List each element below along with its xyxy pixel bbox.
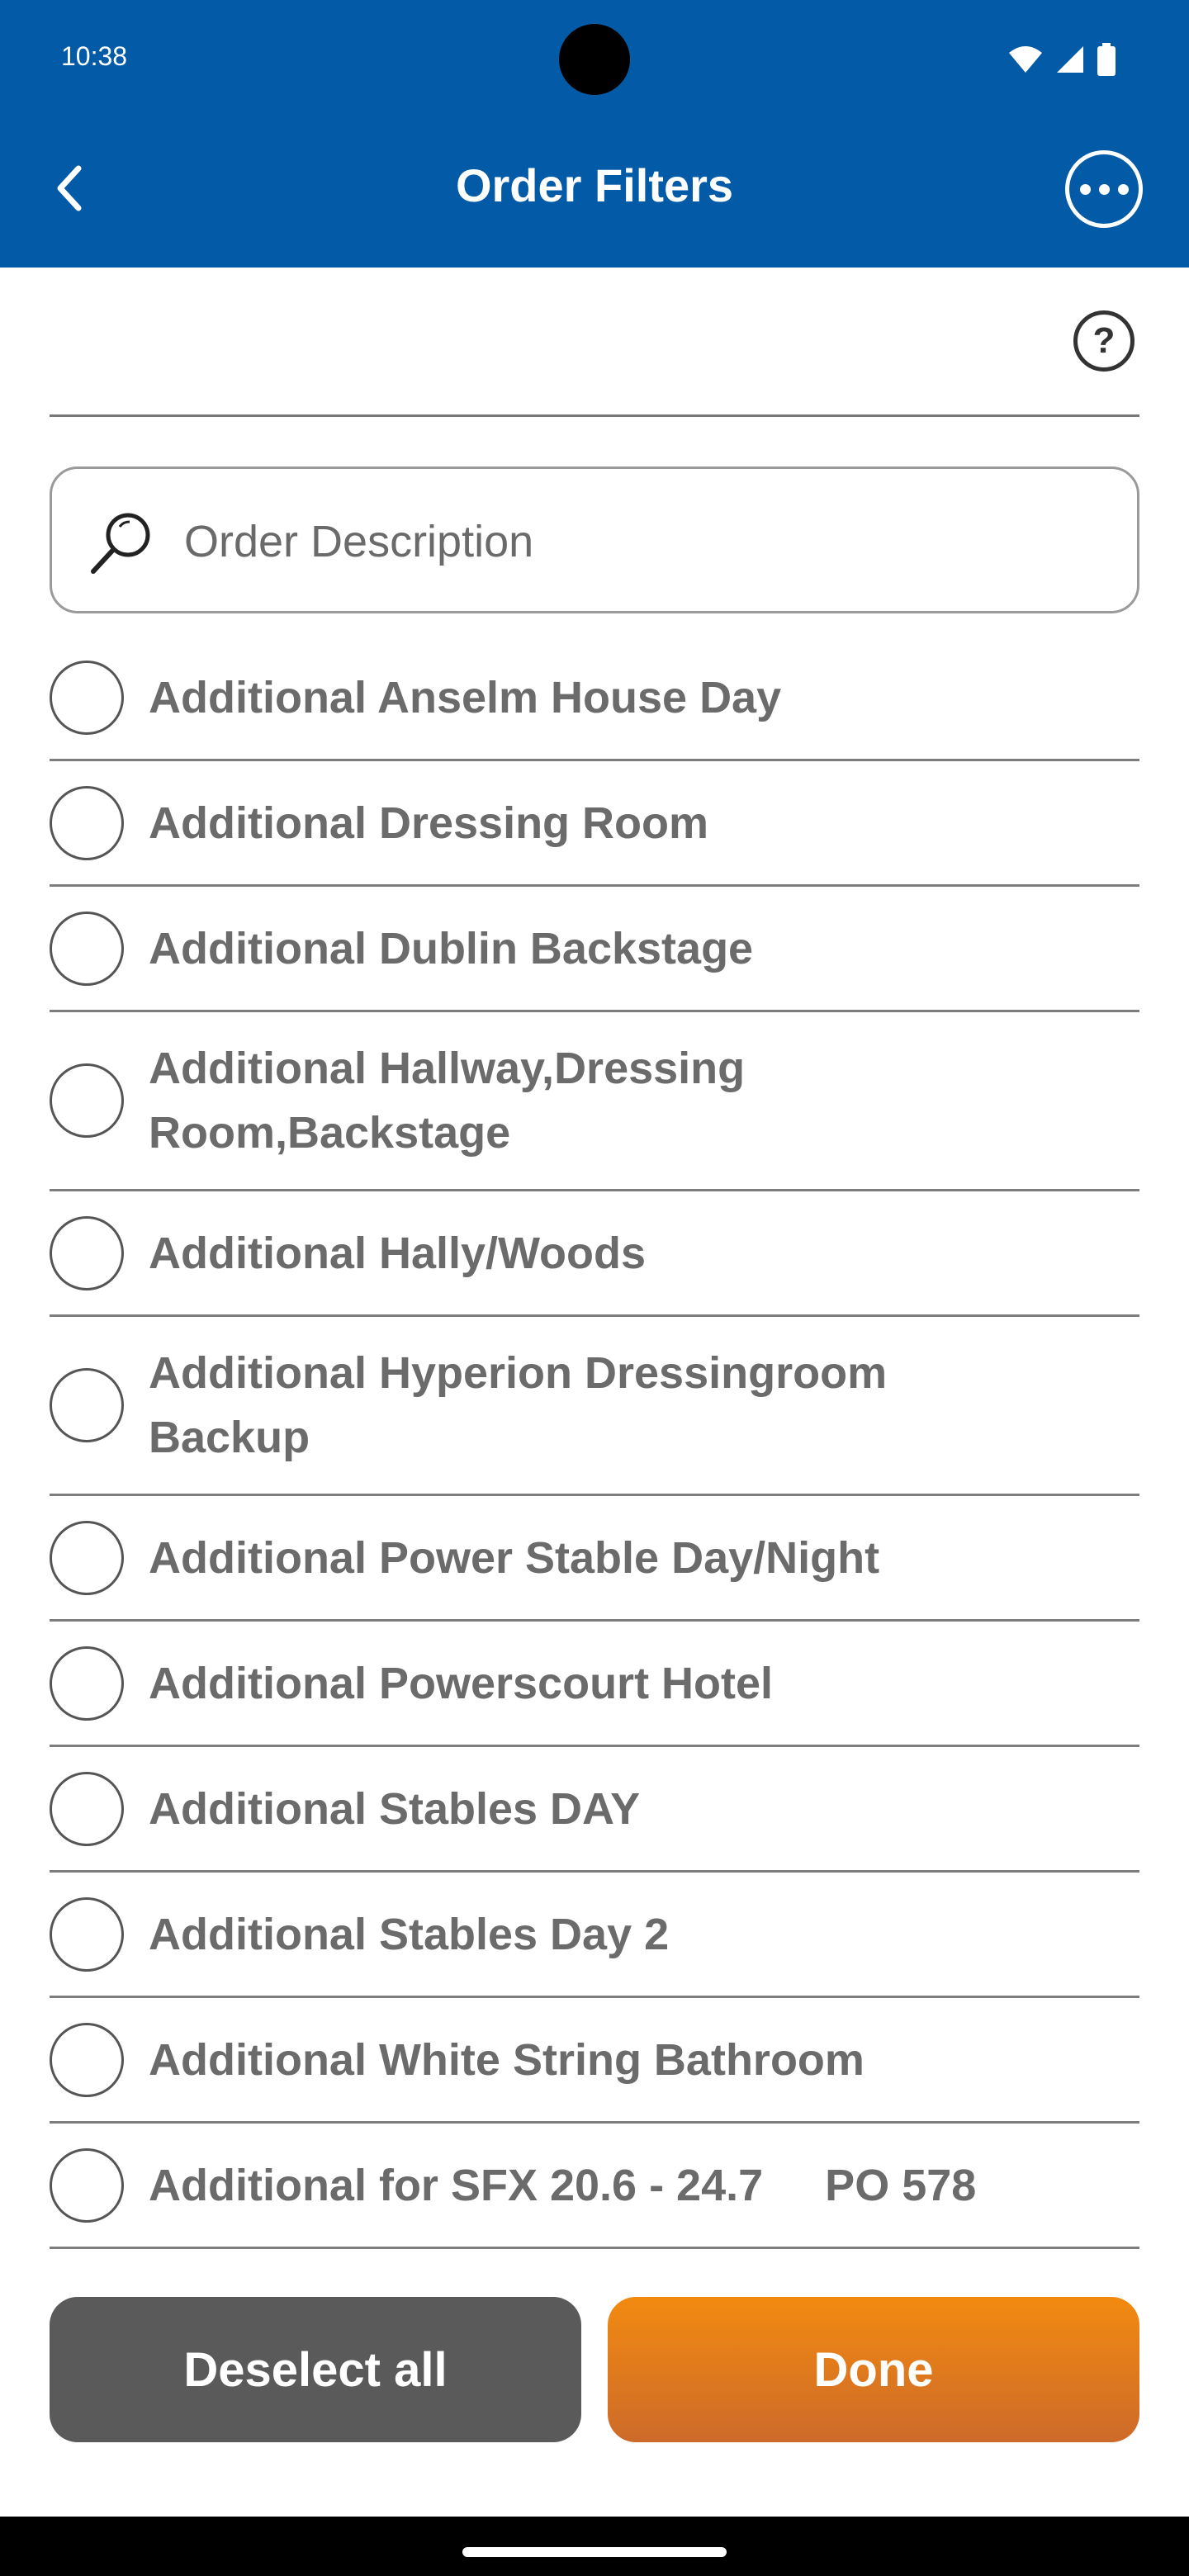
search-icon [91, 513, 150, 574]
list-item[interactable]: Additional Hally/Woods [50, 1191, 1139, 1317]
list-item[interactable]: Additional Stables DAY [50, 1747, 1139, 1873]
divider [50, 414, 1139, 417]
more-dot [1098, 183, 1110, 195]
radio-button[interactable] [50, 660, 124, 735]
more-dot [1117, 183, 1129, 195]
list-item-label: Additional Powerscourt Hotel [149, 1658, 774, 1708]
list-item-label: Additional Power Stable Day/Night [149, 1532, 880, 1583]
filter-list: Additional Anselm House Day Additional D… [50, 636, 1139, 2249]
radio-button[interactable] [50, 1896, 124, 1972]
list-item-label: Additional Dressing Room [149, 798, 709, 848]
list-item-label: Additional Hallway,Dressing Room,Backsta… [149, 1044, 758, 1158]
list-item[interactable]: Additional White String Bathroom [50, 1998, 1139, 2124]
list-item[interactable]: Additional Dublin Backstage [50, 887, 1139, 1012]
radio-button[interactable] [50, 1063, 124, 1138]
radio-button[interactable] [50, 1215, 124, 1290]
radio-button[interactable] [50, 2147, 124, 2223]
list-item[interactable]: Additional Anselm House Day [50, 636, 1139, 761]
page-title: Order Filters [455, 159, 734, 211]
list-item[interactable]: Additional Powerscourt Hotel [50, 1622, 1139, 1747]
list-item-label: Additional Stables DAY [149, 1783, 641, 1834]
battery-icon [1097, 43, 1116, 76]
radio-button[interactable] [50, 1646, 124, 1721]
app-bar: 10:38 Order Filters [0, 0, 1189, 268]
radio-button[interactable] [50, 1368, 124, 1442]
list-item-label: Additional for SFX 20.6 - 24.7 PO 578 [149, 2160, 977, 2210]
radio-button[interactable] [50, 911, 124, 986]
cellular-signal-icon [1057, 46, 1083, 73]
search-box[interactable] [50, 466, 1139, 613]
status-icons [1007, 41, 1116, 78]
search-input[interactable] [184, 502, 1092, 581]
radio-button[interactable] [50, 1771, 124, 1846]
deselect-all-button[interactable]: Deselect all [50, 2297, 581, 2442]
radio-button[interactable] [50, 2022, 124, 2097]
home-gesture-handle[interactable] [462, 2547, 727, 2557]
system-nav-bar [0, 2517, 1189, 2576]
status-time: 10:38 [61, 41, 128, 71]
radio-button[interactable] [50, 785, 124, 860]
list-item[interactable]: Additional Power Stable Day/Night [50, 1496, 1139, 1622]
list-item-label: Additional Anselm House Day [149, 672, 782, 722]
done-button[interactable]: Done [608, 2297, 1139, 2442]
list-item-label: Additional Hyperion Dressingroom Backup [149, 1348, 900, 1462]
list-item[interactable]: Additional Hallway,Dressing Room,Backsta… [50, 1012, 1139, 1191]
more-horizontal-icon [1079, 183, 1091, 195]
help-icon: ? [1092, 320, 1116, 361]
wifi-icon [1009, 46, 1042, 73]
help-button[interactable]: ? [1073, 310, 1135, 372]
list-item-label: Additional Hally/Woods [149, 1228, 647, 1278]
list-item[interactable]: Additional Stables Day 2 [50, 1873, 1139, 1998]
camera-cutout [559, 24, 630, 95]
radio-button[interactable] [50, 1520, 124, 1595]
list-item-label: Additional Dublin Backstage [149, 923, 754, 973]
more-options-button[interactable] [1065, 150, 1143, 228]
list-item[interactable]: Additional for SFX 20.6 - 24.7 PO 578 [50, 2124, 1139, 2249]
list-item[interactable]: Additional Hyperion Dressingroom Backup [50, 1317, 1139, 1496]
list-item-label: Additional Stables Day 2 [149, 1909, 670, 1959]
list-item[interactable]: Additional Dressing Room [50, 761, 1139, 887]
list-item-label: Additional White String Bathroom [149, 2034, 865, 2085]
